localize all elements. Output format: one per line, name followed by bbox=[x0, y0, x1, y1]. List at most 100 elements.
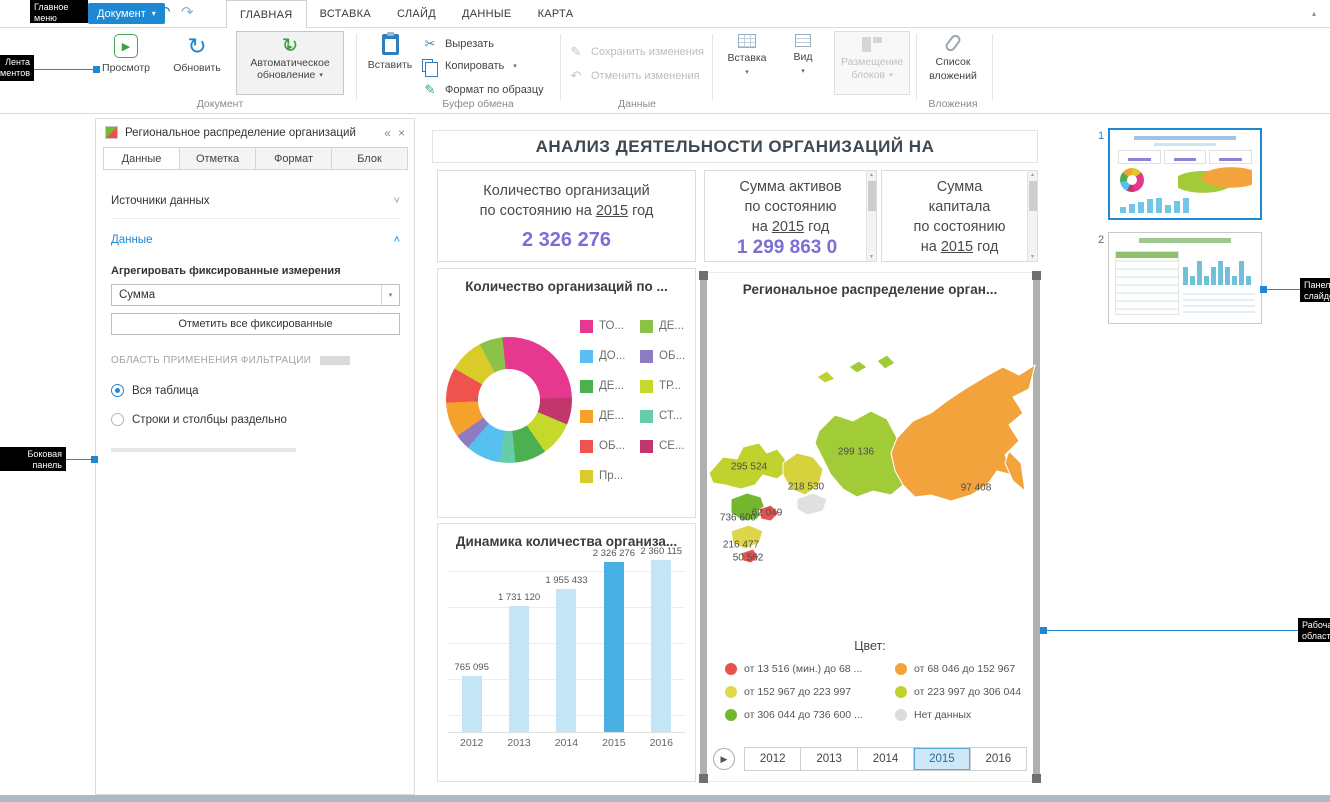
tab-ВСТАВКА[interactable]: ВСТАВКА bbox=[307, 0, 384, 28]
legend-swatch bbox=[580, 470, 593, 483]
paste-label: Вставить bbox=[368, 59, 413, 71]
mini-scrollbar bbox=[320, 356, 350, 365]
resize-handle-corner[interactable] bbox=[1032, 774, 1041, 783]
horizontal-scrollbar[interactable] bbox=[111, 448, 296, 452]
year-link[interactable]: 2015 bbox=[941, 239, 973, 255]
sidebar-tab-Блок[interactable]: Блок bbox=[331, 147, 408, 170]
cut-button[interactable]: ✂ Вырезать bbox=[422, 36, 494, 52]
kpi-card-count[interactable]: Количество организаций по состоянию на 2… bbox=[437, 170, 696, 262]
section-data-sources[interactable]: Источники данных ˅ bbox=[111, 186, 400, 216]
bar-chart-plot: 765 09520121 731 12020131 955 43320142 3… bbox=[448, 566, 685, 751]
redo-icon[interactable]: ↷ bbox=[181, 3, 194, 21]
year-button-2016[interactable]: 2016 bbox=[971, 748, 1026, 770]
aggregate-select[interactable]: Сумма ▾ bbox=[111, 284, 400, 306]
refresh-button[interactable]: ↻ Обновить bbox=[164, 34, 230, 74]
view-button[interactable]: Вид ▾ bbox=[782, 34, 824, 75]
scrollbar-thumb[interactable] bbox=[1029, 181, 1038, 211]
divider bbox=[111, 218, 400, 219]
legend-label: ДО... bbox=[599, 350, 625, 362]
sidebar-title: Региональное распределение организаций bbox=[125, 127, 377, 139]
table-grid-icon bbox=[738, 34, 756, 48]
preview-button[interactable]: ▶ Просмотр bbox=[94, 34, 158, 74]
map-legend-item: от 306 044 до 736 600 ... bbox=[725, 709, 895, 721]
legend-swatch bbox=[640, 350, 653, 363]
map-legend-swatch bbox=[725, 709, 737, 721]
legend-swatch bbox=[640, 380, 653, 393]
resize-handle-corner[interactable] bbox=[1032, 271, 1041, 280]
legend-item: ОБ... bbox=[580, 440, 640, 453]
callout-line bbox=[1047, 630, 1298, 631]
slide-thumbnail-2[interactable] bbox=[1108, 232, 1262, 324]
year-button-2015[interactable]: 2015 bbox=[914, 748, 970, 770]
resize-handle-corner[interactable] bbox=[699, 271, 708, 280]
section-data[interactable]: Данные ˄ bbox=[111, 225, 400, 255]
year-link[interactable]: 2015 bbox=[596, 203, 628, 219]
year-button-2012[interactable]: 2012 bbox=[745, 748, 801, 770]
sidebar-tab-Данные[interactable]: Данные bbox=[103, 147, 180, 170]
timeline-play-button[interactable]: ▶ bbox=[713, 748, 735, 770]
donut-chart bbox=[446, 337, 572, 463]
auto-update-button[interactable]: ↻ ▶ Автоматическое обновление ▾ bbox=[236, 31, 344, 95]
copy-button[interactable]: Копировать ▾ bbox=[422, 59, 517, 72]
scroll-down-icon[interactable]: ▼ bbox=[867, 254, 876, 260]
callout-dot bbox=[89, 9, 96, 16]
bar-chart-bars: 765 09520121 731 12020131 955 43320142 3… bbox=[448, 554, 685, 733]
document-menu-button[interactable]: Документ ▾ bbox=[88, 3, 165, 24]
bar-value-label: 2 326 276 bbox=[593, 548, 635, 559]
scrollbar-thumb[interactable] bbox=[868, 181, 877, 211]
map-legend: от 13 516 (мин.) до 68 ...от 68 046 до 1… bbox=[725, 663, 1035, 721]
resize-handle-corner[interactable] bbox=[699, 774, 708, 783]
bar-column: 1 955 4332014 bbox=[556, 589, 576, 732]
donut-chart-block[interactable]: Количество организаций по ... ТО...ДО...… bbox=[437, 268, 696, 518]
bar-column: 2 326 2762015 bbox=[604, 562, 624, 732]
close-panel-icon[interactable]: × bbox=[398, 126, 405, 140]
scroll-down-icon[interactable]: ▼ bbox=[1028, 254, 1037, 260]
tab-СЛАЙД[interactable]: СЛАЙД bbox=[384, 0, 449, 28]
year-button-2013[interactable]: 2013 bbox=[801, 748, 857, 770]
caret-down-icon: ▾ bbox=[513, 62, 517, 70]
sidebar-tab-Отметка[interactable]: Отметка bbox=[179, 147, 256, 170]
slide-thumbnail-1[interactable] bbox=[1108, 128, 1262, 220]
kpi-card-assets[interactable]: Сумма активов по состоянию на 2015 год 1… bbox=[704, 170, 877, 262]
year-button-2014[interactable]: 2014 bbox=[858, 748, 914, 770]
year-link[interactable]: 2015 bbox=[772, 219, 804, 235]
tab-КАРТА[interactable]: КАРТА bbox=[525, 0, 587, 28]
filter-option[interactable]: Вся таблица bbox=[111, 376, 400, 405]
attachments-label-2: вложений bbox=[929, 70, 977, 82]
vertical-scrollbar[interactable]: ▲ ▼ bbox=[866, 171, 876, 261]
collapse-ribbon-icon[interactable]: ▴ bbox=[1312, 9, 1316, 18]
tab-ГЛАВНАЯ[interactable]: ГЛАВНАЯ bbox=[226, 0, 307, 28]
scroll-up-icon[interactable]: ▲ bbox=[1028, 172, 1037, 178]
filter-area-label: ОБЛАСТЬ ПРИМЕНЕНИЯ ФИЛЬТРАЦИИ bbox=[111, 355, 400, 366]
insert-block-button[interactable]: Вставка ▾ bbox=[718, 34, 776, 76]
tab-ДАННЫЕ[interactable]: ДАННЫЕ bbox=[449, 0, 525, 28]
collapse-panel-icon[interactable]: « bbox=[384, 126, 391, 140]
map-region-value: 97 408 bbox=[961, 483, 992, 494]
format-painter-label: Формат по образцу bbox=[445, 84, 544, 96]
mark-all-fixed-button[interactable]: Отметить все фиксированные bbox=[111, 313, 400, 335]
block-layout-button[interactable]: Размещение блоков ▾ bbox=[834, 31, 910, 95]
map-legend-label: от 223 997 до 306 044 bbox=[914, 686, 1021, 698]
bar-chart-block[interactable]: Динамика количества организа... 765 0952… bbox=[437, 523, 696, 782]
vertical-scrollbar[interactable]: ▲ ▼ bbox=[1027, 171, 1037, 261]
map-legend-label: от 13 516 (мин.) до 68 ... bbox=[744, 663, 862, 675]
save-changes-button[interactable]: ✎ Сохранить изменения bbox=[568, 44, 704, 60]
format-painter-button[interactable]: ✎ Формат по образцу bbox=[422, 82, 544, 98]
bar-category-label: 2016 bbox=[650, 737, 673, 749]
radio-button[interactable] bbox=[111, 384, 124, 397]
sidebar-tab-Формат[interactable]: Формат bbox=[255, 147, 332, 170]
caret-down-icon: ▾ bbox=[745, 68, 749, 76]
discard-changes-button[interactable]: ↶ Отменить изменения bbox=[568, 68, 700, 84]
map-block[interactable]: Региональное распределение орган... bbox=[700, 272, 1040, 782]
timeline-years: 20122013201420152016 bbox=[744, 747, 1027, 771]
kpi-line: по состоянию bbox=[882, 217, 1037, 237]
kpi-card-capital[interactable]: Сумма капитала по состоянию на 2015 год … bbox=[881, 170, 1038, 262]
scroll-up-icon[interactable]: ▲ bbox=[867, 172, 876, 178]
filter-option[interactable]: Строки и столбцы раздельно bbox=[111, 405, 400, 434]
bar-column: 765 0952012 bbox=[462, 676, 482, 732]
paste-button[interactable]: Вставить bbox=[362, 34, 418, 71]
attachments-list-button[interactable]: Список вложений bbox=[922, 34, 984, 82]
radio-button[interactable] bbox=[111, 413, 124, 426]
legend-swatch bbox=[640, 410, 653, 423]
undo-icon[interactable]: ↶ bbox=[158, 3, 171, 21]
